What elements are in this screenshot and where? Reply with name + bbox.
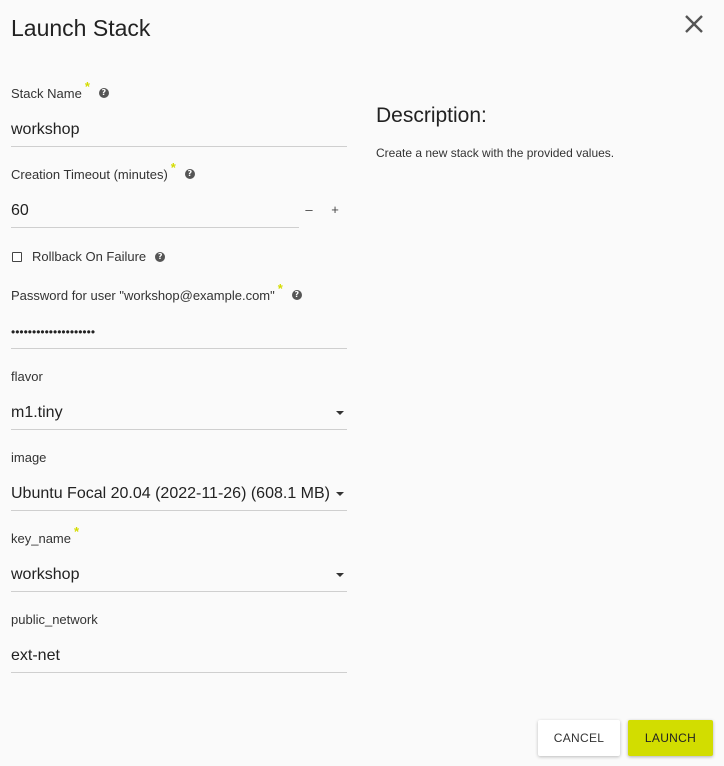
required-marker: * — [84, 78, 90, 94]
increment-button[interactable]: + — [328, 202, 342, 217]
flavor-label: flavor — [11, 368, 43, 384]
chevron-down-icon[interactable] — [336, 410, 344, 415]
image-value[interactable]: Ubuntu Focal 20.04 (2022-11-26) (608.1 M… — [11, 485, 336, 503]
help-icon[interactable]: ? — [291, 290, 302, 300]
key-name-label: key_name — [11, 530, 71, 546]
password-field-label: Password for user "workshop@example.com"… — [11, 281, 347, 303]
help-icon[interactable]: ? — [184, 169, 195, 179]
public-network-label: public_network — [11, 611, 98, 627]
password-value[interactable]: •••••••••••••••••••• — [11, 325, 347, 339]
rollback-checkbox[interactable] — [12, 251, 22, 262]
rollback-label[interactable]: Rollback On Failure — [32, 249, 146, 264]
required-marker: * — [73, 523, 80, 539]
public-network-value[interactable]: ext-net — [11, 647, 347, 665]
required-marker: * — [277, 280, 283, 296]
dialog-title: Launch Stack — [11, 15, 151, 41]
stack-name-input[interactable]: workshop — [11, 113, 347, 147]
stack-name-value[interactable]: workshop — [11, 121, 347, 139]
key-name-select[interactable]: workshop — [11, 558, 347, 592]
chevron-down-icon[interactable] — [336, 491, 344, 496]
creation-timeout-field-label: Creation Timeout (minutes) * ? — [11, 160, 347, 182]
password-input[interactable]: •••••••••••••••••••• — [11, 315, 347, 349]
creation-timeout-input[interactable]: 60 — [11, 194, 299, 228]
chevron-down-icon[interactable] — [336, 572, 344, 577]
close-icon[interactable] — [680, 10, 708, 38]
launch-button[interactable]: LAUNCH — [628, 720, 713, 756]
stack-name-label: Stack Name — [11, 85, 82, 101]
public-network-field-label: public_network — [11, 611, 347, 627]
rollback-row[interactable]: Rollback On Failure ? — [12, 249, 166, 264]
help-icon[interactable]: ? — [98, 88, 109, 98]
help-icon[interactable]: ? — [155, 251, 166, 262]
stack-name-field-label: Stack Name * ? — [11, 79, 347, 101]
password-label: Password for user "workshop@example.com" — [11, 287, 275, 303]
key-name-value[interactable]: workshop — [11, 566, 336, 584]
creation-timeout-value[interactable]: 60 — [11, 202, 299, 220]
close-button[interactable] — [680, 10, 708, 38]
flavor-select[interactable]: m1.tiny — [11, 396, 347, 430]
key-name-field-label: key_name * — [11, 524, 347, 546]
public-network-input[interactable]: ext-net — [11, 639, 347, 673]
decrement-button[interactable]: – — [302, 202, 316, 217]
flavor-field-label: flavor — [11, 368, 347, 384]
description-title: Description: — [376, 104, 487, 127]
image-select[interactable]: Ubuntu Focal 20.04 (2022-11-26) (608.1 M… — [11, 477, 347, 511]
image-field-label: image — [11, 449, 347, 465]
description-text: Create a new stack with the provided val… — [376, 146, 615, 160]
required-marker: * — [170, 159, 176, 175]
image-label: image — [11, 449, 47, 465]
flavor-value[interactable]: m1.tiny — [11, 404, 336, 422]
creation-timeout-label: Creation Timeout (minutes) — [11, 166, 168, 182]
cancel-button[interactable]: CANCEL — [538, 720, 620, 756]
